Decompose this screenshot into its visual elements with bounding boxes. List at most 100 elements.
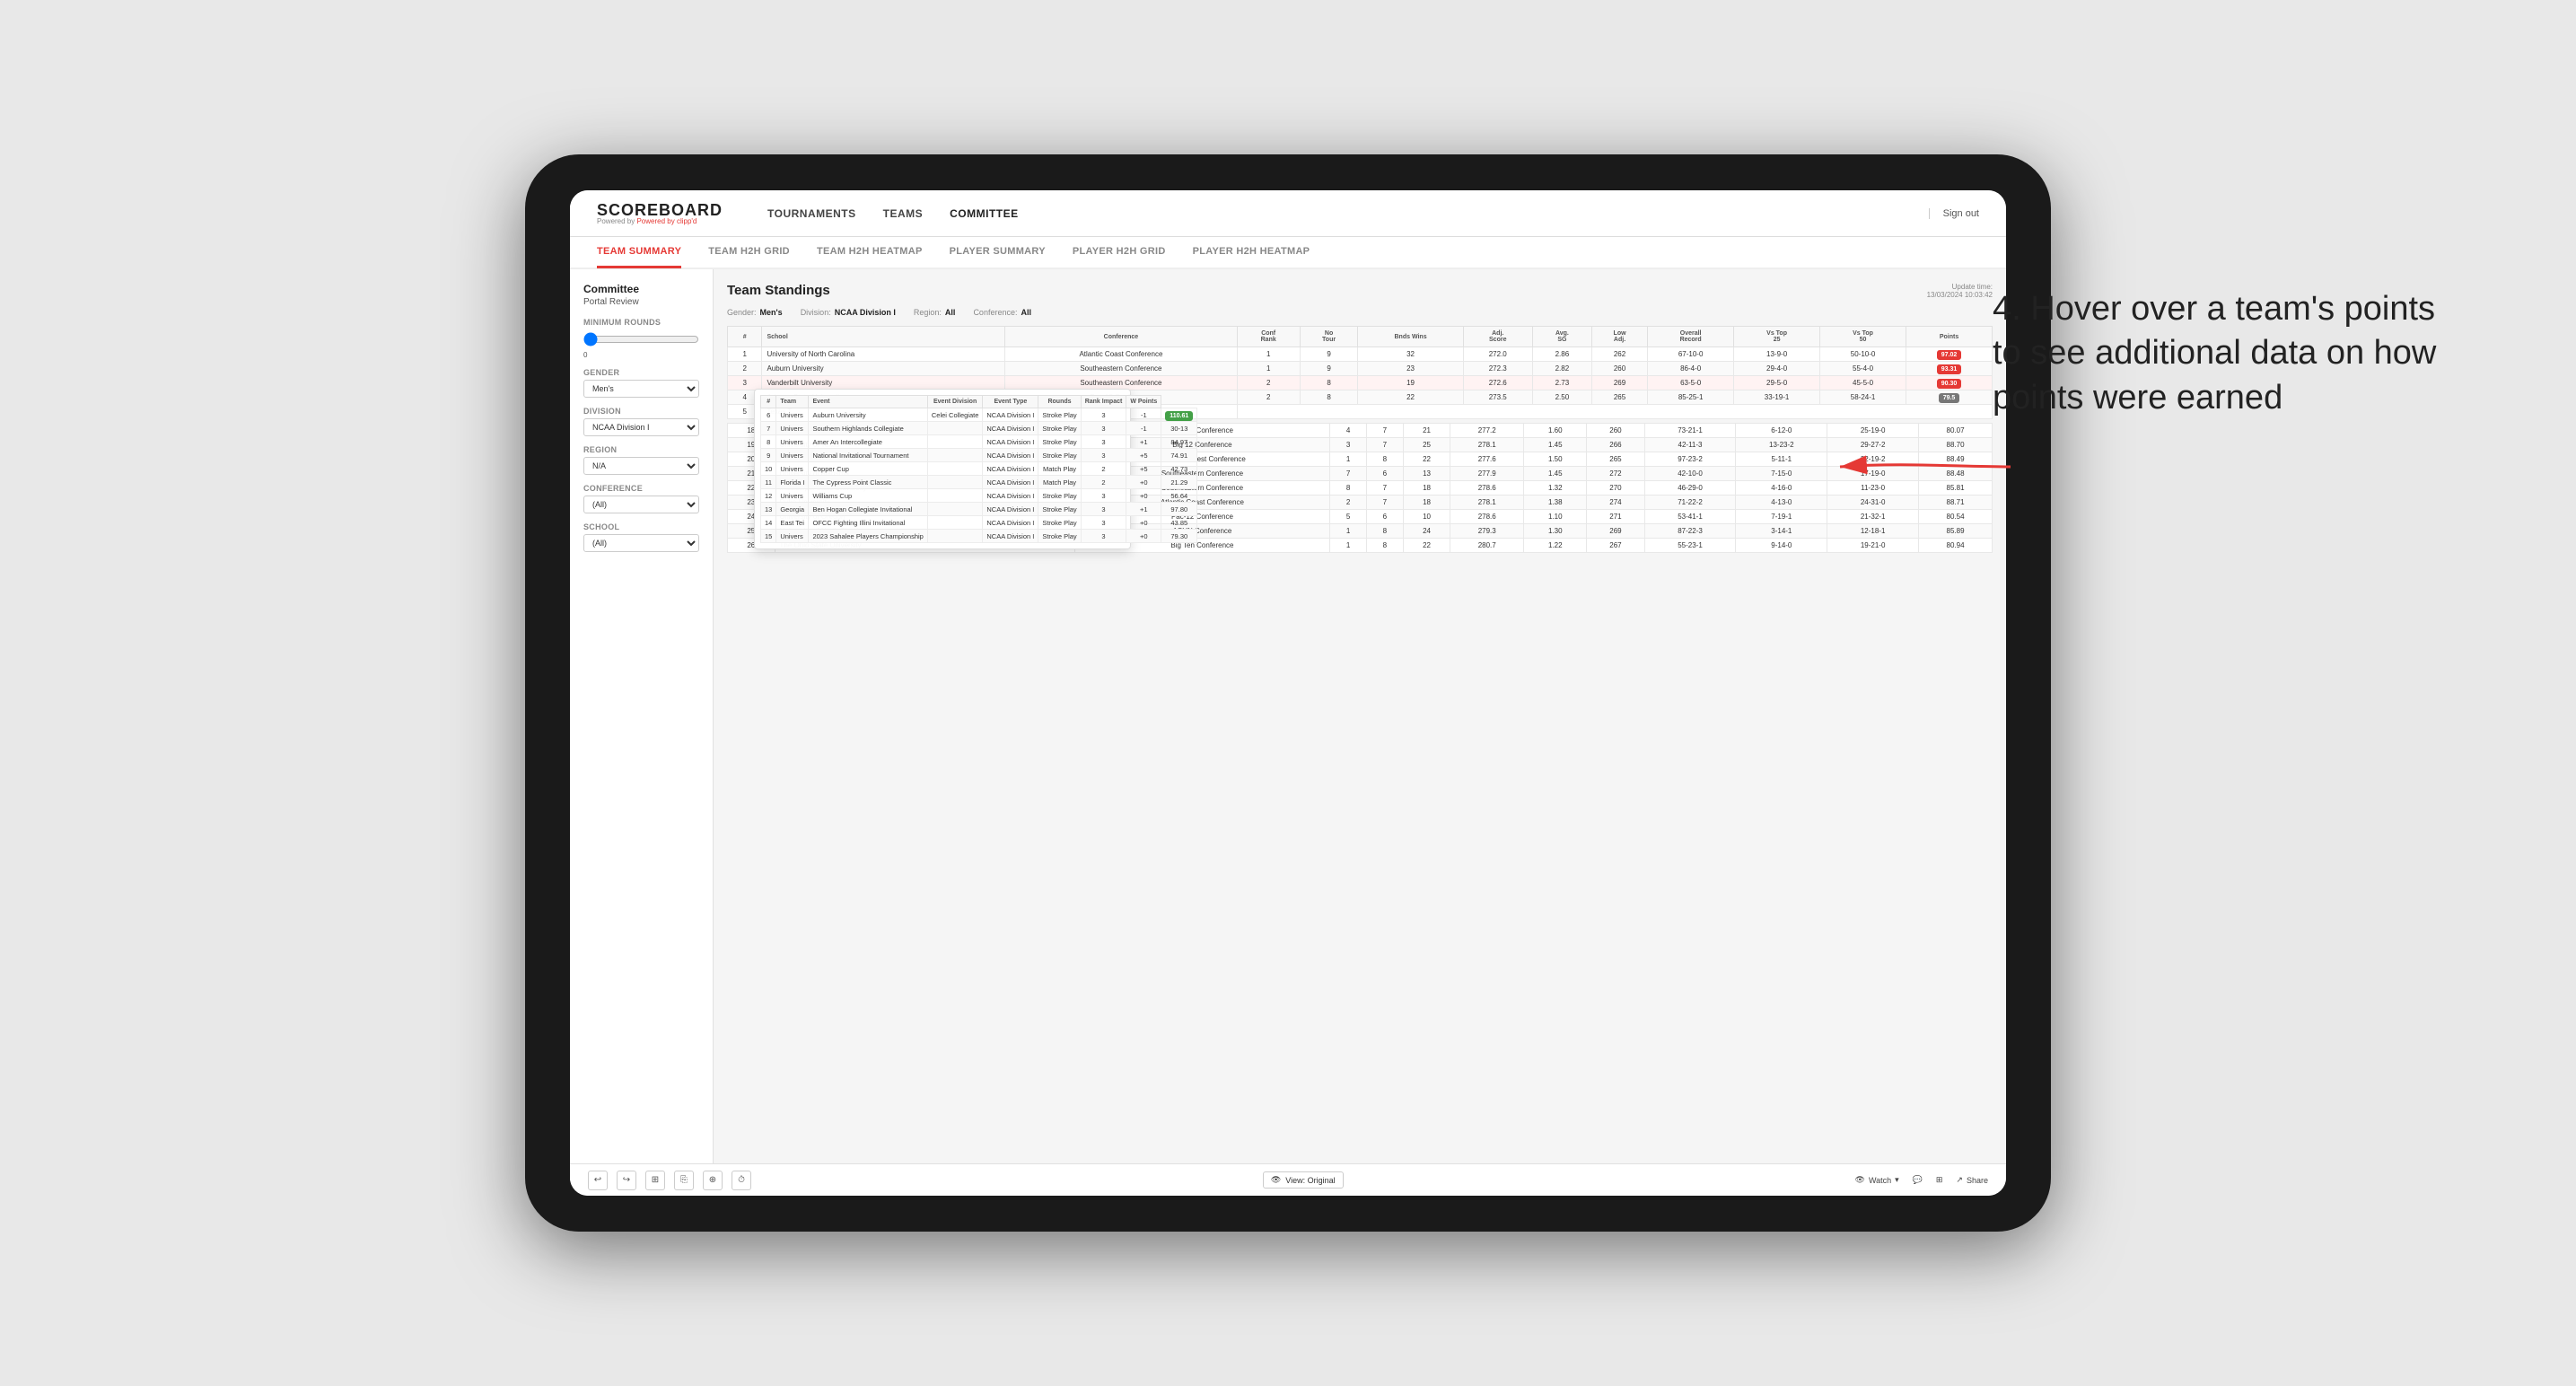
sidebar-label-conference: Conference — [583, 484, 699, 493]
points-badge-highlighted[interactable]: 90.30 — [1937, 379, 1962, 389]
app-header: SCOREBOARD Powered by Powered by clipp'd… — [570, 190, 2006, 237]
cell-conf-rank: 1 — [1237, 362, 1300, 376]
undo-button[interactable]: ↩ — [588, 1171, 608, 1190]
sidebar-section-division: Division NCAA Division I NCAA Division I… — [583, 407, 699, 436]
points-badge[interactable]: 79.5 — [1939, 393, 1960, 403]
subnav-player-h2h-grid[interactable]: PLAYER H2H GRID — [1073, 236, 1166, 268]
cell-bnds-wins: 22 — [1358, 390, 1463, 405]
sign-out-button[interactable]: Sign out — [1929, 208, 1979, 219]
overlay-cell: NCAA Division I — [983, 530, 1038, 543]
region-select[interactable]: N/A East West — [583, 457, 699, 475]
conference-select[interactable]: (All) — [583, 496, 699, 513]
gender-select[interactable]: Men's Women's — [583, 380, 699, 398]
zoom-button[interactable]: ⊕ — [703, 1171, 723, 1190]
cell-conf-rank: 2 — [1237, 376, 1300, 390]
overlay-row: 15 Univers 2023 Sahalee Players Champion… — [761, 530, 1197, 543]
cell-record: 46-29-0 — [1644, 481, 1736, 496]
overlay-cell: 3 — [1081, 503, 1126, 516]
overlay-cell: Florida I — [776, 476, 809, 489]
points-badge[interactable]: 97.02 — [1937, 350, 1962, 360]
cell-conf-rank: 2 — [1237, 390, 1300, 405]
overlay-cell: Stroke Play — [1038, 408, 1081, 422]
view-selector[interactable]: 👁 View: Original — [1263, 1171, 1344, 1189]
overlay-cell: 9 — [761, 449, 776, 462]
overlay-cell — [927, 530, 983, 543]
zoom-fit-button[interactable]: ⊞ — [645, 1171, 665, 1190]
overlay-cell: Univers — [776, 408, 809, 422]
table-header-row: # School Conference ConfRank NoTour Bnds… — [728, 327, 1993, 347]
cell-record: 53-41-1 — [1644, 510, 1736, 524]
subnav-team-summary[interactable]: TEAM SUMMARY — [597, 236, 681, 268]
overlay-col-rank: # — [761, 396, 776, 408]
cell-conf-rank: 1 — [1330, 524, 1367, 539]
overlay-cell: +0 — [1126, 489, 1161, 503]
cell-record: 71-22-2 — [1644, 496, 1736, 510]
overlay-cell — [927, 476, 983, 489]
cell-adj-score: 273.5 — [1463, 390, 1532, 405]
cell-avg-sg: 1.30 — [1524, 524, 1587, 539]
cell-record: 85-25-1 — [1648, 390, 1734, 405]
overlay-cell: NCAA Division I — [983, 435, 1038, 449]
overlay-row: 12 Univers Williams Cup NCAA Division I … — [761, 489, 1197, 503]
nav-committee[interactable]: COMMITTEE — [950, 204, 1019, 224]
expand-button[interactable]: ⊞ — [1936, 1175, 1943, 1185]
cell-bnds-wins: 22 — [1403, 539, 1450, 553]
subnav-player-summary[interactable]: PLAYER SUMMARY — [950, 236, 1046, 268]
cell-vs50: 55-4-0 — [1820, 362, 1906, 376]
overlay-cell: 10 — [761, 462, 776, 476]
subnav-team-h2h-grid[interactable]: TEAM H2H GRID — [708, 236, 790, 268]
cell-points[interactable]: 90.30 — [1906, 376, 1993, 390]
cell-conf-rank: 3 — [1330, 438, 1367, 452]
cell-bnds-wins: 22 — [1403, 452, 1450, 467]
min-rounds-slider[interactable] — [583, 332, 699, 346]
copy-button[interactable]: ⎘ — [674, 1171, 694, 1190]
sidebar: Committee Portal Review Minimum Rounds 0… — [570, 269, 714, 1163]
cell-avg-sg: 1.22 — [1524, 539, 1587, 553]
cell-points[interactable]: 97.02 — [1906, 347, 1993, 362]
cell-points[interactable]: 79.5 — [1906, 390, 1993, 405]
overlay-cell: Auburn University — [809, 408, 927, 422]
overlay-cell: 3 — [1081, 408, 1126, 422]
redo-button[interactable]: ↪ — [617, 1171, 636, 1190]
cell-avg-sg: 1.50 — [1524, 452, 1587, 467]
cell-adj-score: 278.1 — [1450, 438, 1524, 452]
share-button[interactable]: ↗ Share — [1956, 1175, 1988, 1185]
school-select[interactable]: (All) — [583, 534, 699, 552]
division-select[interactable]: NCAA Division I NCAA Division II NAIA — [583, 418, 699, 436]
sidebar-label-division: Division — [583, 407, 699, 416]
watch-button[interactable]: 👁 Watch ▾ — [1855, 1175, 1899, 1185]
timer-button[interactable]: ⏱ — [732, 1171, 751, 1190]
tablet-frame: SCOREBOARD Powered by Powered by clipp'd… — [525, 154, 2051, 1232]
cell-record: 42-11-3 — [1644, 438, 1736, 452]
cell-avg-sg: 1.60 — [1524, 424, 1587, 438]
overlay-cell: +0 — [1126, 516, 1161, 530]
cell-points[interactable]: 80.54 — [1919, 510, 1993, 524]
points-badge[interactable]: 93.31 — [1937, 364, 1962, 374]
overlay-cell: Univers — [776, 449, 809, 462]
nav-tournaments[interactable]: TOURNAMENTS — [767, 204, 856, 224]
overlay-cell: NCAA Division I — [983, 489, 1038, 503]
cell-vs25: 29-4-0 — [1734, 362, 1820, 376]
annotation-area: 4. Hover over a team's points to see add… — [1993, 287, 2441, 420]
table-row: 2 Auburn University Southeastern Confere… — [728, 362, 1993, 376]
cell-avg-sg: 1.38 — [1524, 496, 1587, 510]
col-adj-score: Adj.Score — [1463, 327, 1532, 347]
subnav-team-h2h-heatmap[interactable]: TEAM H2H HEATMAP — [817, 236, 923, 268]
cell-points[interactable]: 93.31 — [1906, 362, 1993, 376]
cell-low-adj: 262 — [1591, 347, 1647, 362]
comment-button[interactable]: 💬 — [1913, 1175, 1923, 1185]
nav-teams[interactable]: TEAMS — [883, 204, 924, 224]
overlay-cell: 3 — [1081, 422, 1126, 435]
cell-low-adj: 271 — [1587, 510, 1644, 524]
view-label: View: Original — [1285, 1176, 1335, 1185]
overlay-cell: Univers — [776, 462, 809, 476]
overlay-cell-points: 56.64 — [1161, 489, 1197, 503]
cell-no-tour: 8 — [1300, 376, 1358, 390]
overlay-cell — [927, 462, 983, 476]
cell-conf-rank: 5 — [1330, 510, 1367, 524]
subnav-player-h2h-heatmap[interactable]: PLAYER H2H HEATMAP — [1193, 236, 1310, 268]
cell-record: 97-23-2 — [1644, 452, 1736, 467]
cell-points[interactable]: 85.89 — [1919, 524, 1993, 539]
cell-points[interactable]: 80.94 — [1919, 539, 1993, 553]
cell-vs50: 50-10-0 — [1820, 347, 1906, 362]
